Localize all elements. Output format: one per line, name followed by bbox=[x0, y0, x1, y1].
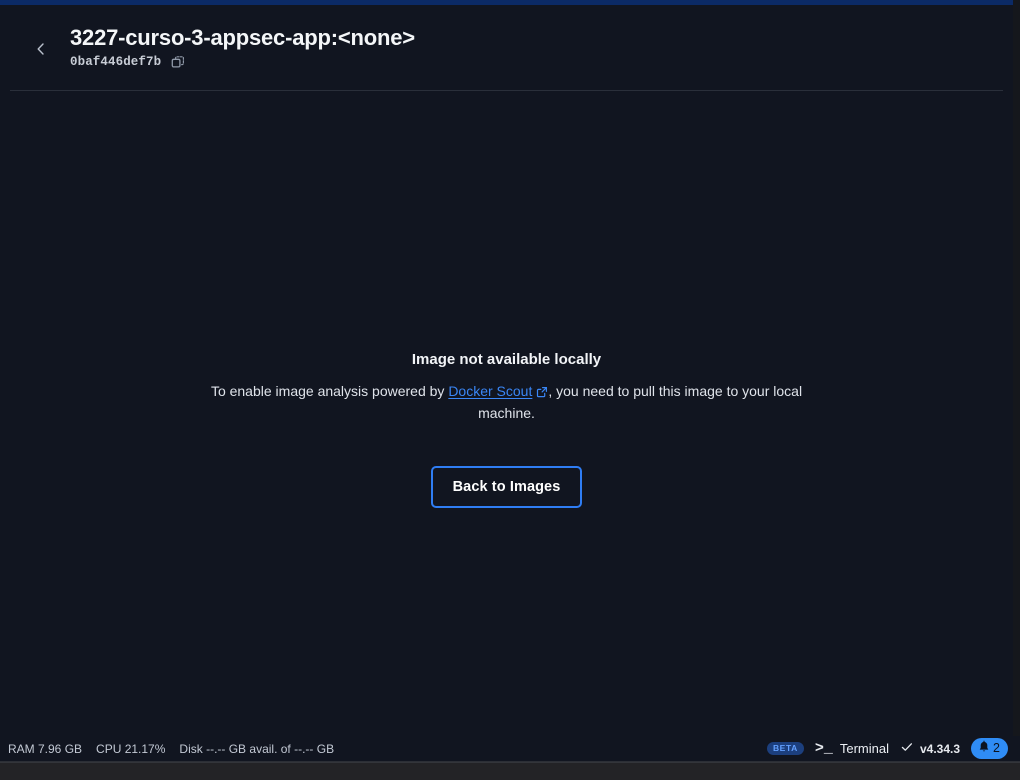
page-title: 3227-curso-3-appsec-app:<none> bbox=[70, 24, 415, 50]
notification-count: 2 bbox=[993, 741, 1000, 756]
status-bar: RAM 7.96 GB CPU 21.17% Disk --.-- GB ava… bbox=[0, 736, 1020, 762]
copy-icon bbox=[171, 55, 185, 69]
page-header: 3227-curso-3-appsec-app:<none> 0baf446de… bbox=[0, 5, 1013, 91]
empty-state-title: Image not available locally bbox=[411, 351, 602, 368]
header-divider bbox=[10, 90, 1003, 91]
check-icon bbox=[900, 740, 914, 757]
status-bar-resources: RAM 7.96 GB CPU 21.17% Disk --.-- GB ava… bbox=[8, 742, 334, 756]
image-digest: 0baf446def7b bbox=[70, 55, 162, 70]
cpu-stat: CPU 21.17% bbox=[96, 741, 166, 756]
description-prefix: To enable image analysis powered by bbox=[210, 382, 449, 399]
back-to-images-button[interactable]: Back to Images bbox=[430, 465, 583, 508]
bell-icon bbox=[977, 740, 991, 757]
ram-stat: RAM 7.96 GB bbox=[8, 741, 83, 756]
terminal-prompt-icon: >_ bbox=[814, 740, 833, 757]
copy-digest-button[interactable] bbox=[169, 53, 187, 71]
empty-state-panel: Image not available locally To enable im… bbox=[0, 91, 1013, 725]
digest-row: 0baf446def7b bbox=[70, 53, 415, 71]
beta-badge: BETA bbox=[766, 742, 804, 755]
window-bottom-strip bbox=[0, 762, 1020, 780]
terminal-label: Terminal bbox=[839, 741, 889, 756]
empty-state-description: To enable image analysis powered by Dock… bbox=[197, 381, 817, 423]
version-button[interactable]: v4.34.3 bbox=[900, 740, 960, 757]
terminal-button[interactable]: >_ Terminal bbox=[815, 741, 889, 756]
docker-scout-link[interactable]: Docker Scout bbox=[448, 383, 532, 399]
chevron-left-icon bbox=[33, 41, 49, 57]
header-text-block: 3227-curso-3-appsec-app:<none> 0baf446de… bbox=[70, 25, 415, 71]
disk-stat: Disk --.-- GB avail. of --.-- GB bbox=[179, 741, 335, 756]
back-button[interactable] bbox=[26, 34, 56, 64]
version-text: v4.34.3 bbox=[920, 741, 961, 756]
vertical-scrollbar-track[interactable] bbox=[1013, 0, 1020, 762]
docker-desktop-window: 3227-curso-3-appsec-app:<none> 0baf446de… bbox=[0, 0, 1020, 780]
external-link-icon[interactable] bbox=[536, 383, 548, 403]
status-bar-actions: BETA >_ Terminal v4.34.3 2 bbox=[766, 738, 1008, 759]
notifications-button[interactable]: 2 bbox=[971, 738, 1008, 759]
content-surface: 3227-curso-3-appsec-app:<none> 0baf446de… bbox=[0, 5, 1013, 762]
